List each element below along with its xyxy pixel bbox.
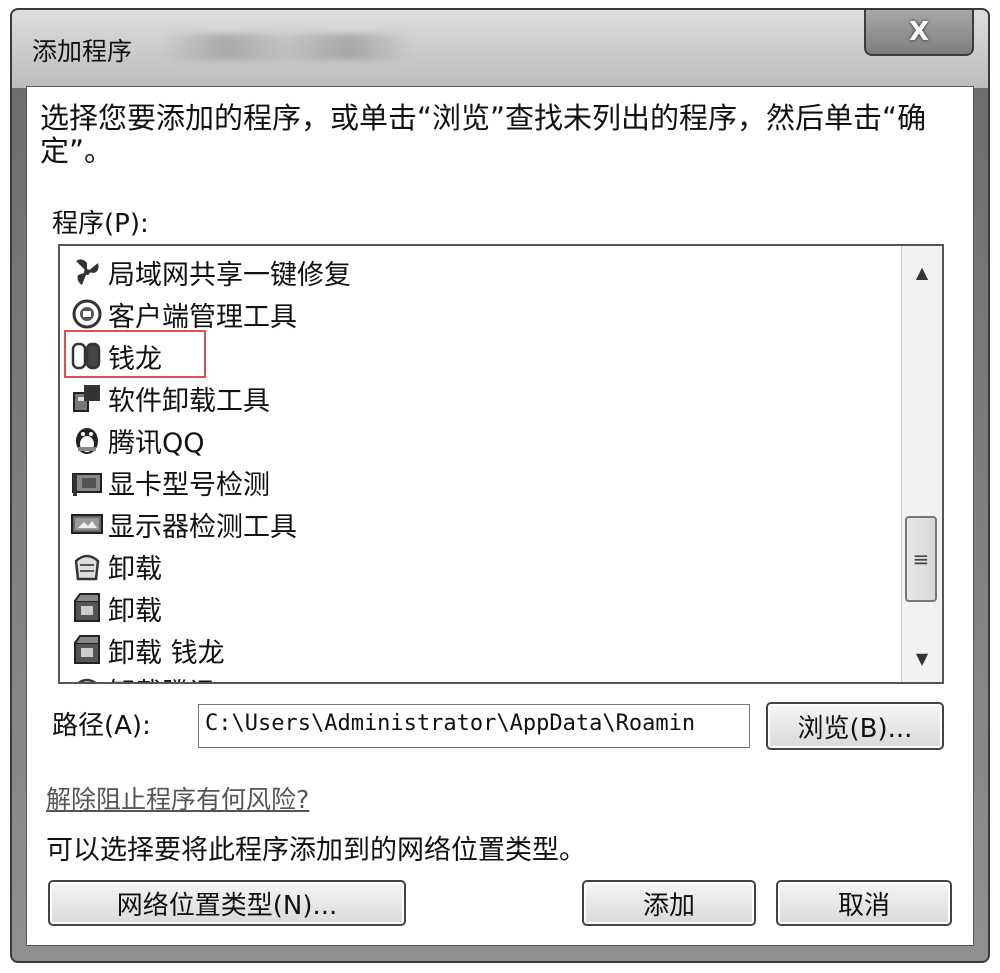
uninstall-icon [70, 673, 104, 682]
list-item-label: 软件卸载工具 [108, 385, 270, 417]
software-uninstall-icon [70, 381, 104, 415]
network-repair-icon [70, 255, 104, 289]
list-item[interactable]: 卸载腾讯QQ [70, 670, 259, 683]
title-bar: 添加程序 X [12, 10, 988, 88]
uninstall-icon [70, 549, 104, 583]
cancel-button[interactable]: 取消 [776, 880, 952, 926]
list-item-selected[interactable]: 钱龙 [70, 336, 162, 376]
list-item-label: 显示器检测工具 [108, 511, 297, 543]
qianlong-icon [70, 339, 104, 373]
path-field[interactable]: C:\Users\Administrator\AppData\Roamin [198, 704, 750, 748]
list-item[interactable]: 显示器检测工具 [70, 504, 297, 544]
uninstall-box-icon [70, 591, 104, 625]
list-item[interactable]: 显卡型号检测 [70, 462, 270, 502]
browse-button[interactable]: 浏览(B)... [766, 702, 944, 750]
list-item-label: 卸载 [108, 595, 162, 627]
network-location-button[interactable]: 网络位置类型(N)... [48, 880, 406, 926]
programs-listbox[interactable]: 局域网共享一键修复 客户端管理工具 钱龙 软件卸载工具 腾讯QQ 显卡型号检测 … [58, 244, 944, 684]
list-item-label: 钱龙 [108, 343, 162, 375]
list-item-label: 局域网共享一键修复 [108, 259, 351, 291]
qq-penguin-icon [70, 423, 104, 457]
list-item[interactable]: 客户端管理工具 [70, 294, 297, 334]
scrollbar-thumb[interactable]: ≡ [905, 516, 937, 602]
client-manager-icon [70, 297, 104, 331]
list-item[interactable]: 腾讯QQ [70, 420, 205, 460]
list-item[interactable]: 卸载 [70, 546, 162, 586]
list-item-label: 客户端管理工具 [108, 301, 297, 333]
graphics-card-icon [70, 465, 104, 499]
list-item-label: 卸载 [108, 553, 162, 585]
list-item[interactable]: 软件卸载工具 [70, 378, 270, 418]
path-label: 路径(A): [52, 711, 151, 741]
list-item-label: 卸载 钱龙 [108, 637, 225, 669]
scroll-up-arrow-icon[interactable]: ▲ [902, 252, 942, 292]
add-button[interactable]: 添加 [582, 880, 756, 926]
monitor-icon [70, 507, 104, 541]
vertical-scrollbar[interactable]: ▲ ≡ ▼ [901, 246, 942, 682]
list-item[interactable]: 卸载 [70, 588, 162, 628]
close-button[interactable]: X [864, 10, 974, 56]
close-icon: X [908, 17, 930, 47]
network-note: 可以选择要将此程序添加到的网络位置类型。 [46, 835, 586, 866]
list-item[interactable]: 局域网共享一键修复 [70, 252, 351, 292]
uninstall-box-icon [70, 633, 104, 667]
scroll-down-arrow-icon[interactable]: ▼ [902, 638, 942, 678]
list-item-label: 腾讯QQ [108, 427, 205, 459]
dialog-title: 添加程序 [32, 37, 133, 66]
instruction-text: 选择您要添加的程序，或单击“浏览”查找未列出的程序，然后单击“确定”。 [40, 101, 927, 168]
title-bar-glass [162, 34, 412, 60]
list-item-label: 显卡型号检测 [108, 469, 270, 501]
list-item-label: 卸载腾讯QQ [108, 671, 259, 683]
programs-list: 局域网共享一键修复 客户端管理工具 钱龙 软件卸载工具 腾讯QQ 显卡型号检测 … [60, 246, 900, 682]
risk-link[interactable]: 解除阻止程序有何风险? [46, 780, 309, 816]
programs-label: 程序(P): [52, 209, 149, 239]
list-item[interactable]: 卸载 钱龙 [70, 630, 225, 670]
